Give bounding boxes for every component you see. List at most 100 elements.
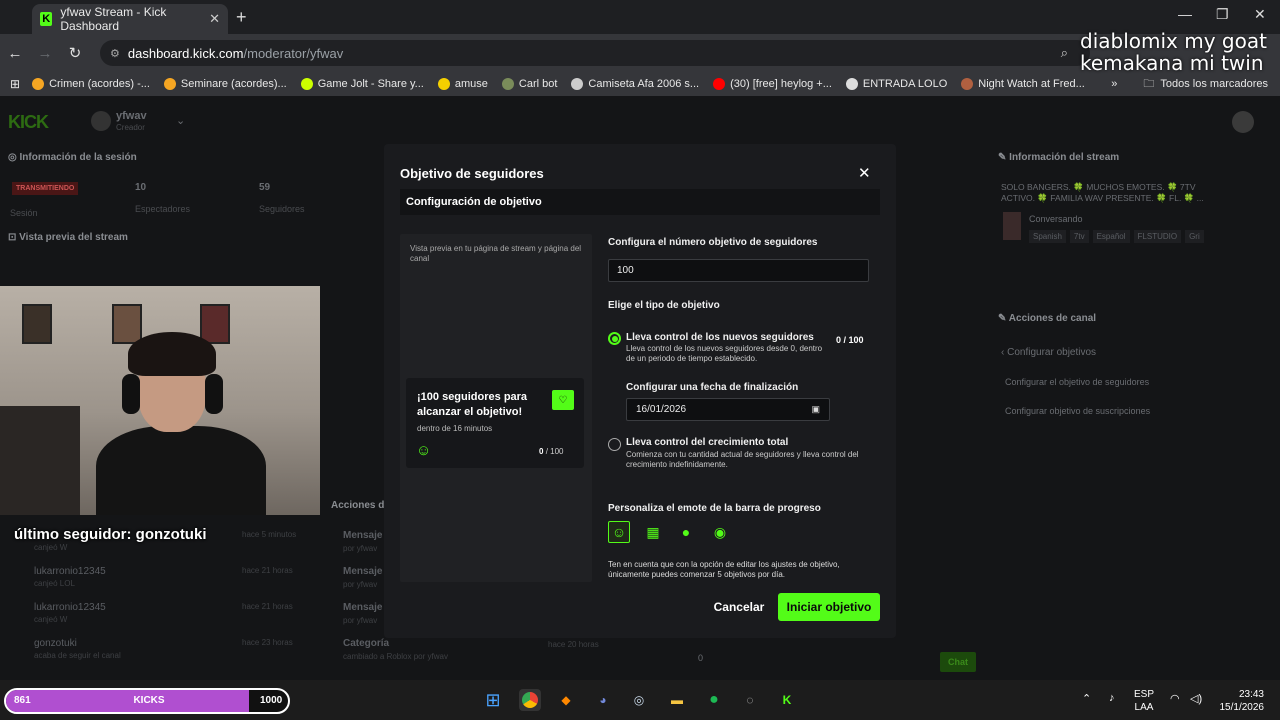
emote-option[interactable]: ●	[675, 521, 697, 543]
bookmark-item[interactable]: Crimen (acordes) -...	[32, 78, 150, 90]
stream-tag[interactable]: Spanish	[1029, 230, 1066, 243]
bookmark-list: Crimen (acordes) -... Seminare (acordes).…	[32, 78, 1099, 90]
reload-icon[interactable]: ↻	[60, 44, 90, 62]
bookmark-label: Night Watch at Fred...	[978, 78, 1085, 90]
bookmark-item[interactable]: Night Watch at Fred...	[961, 78, 1085, 90]
all-bookmarks[interactable]: Todos los marcadores	[1160, 78, 1268, 90]
end-date-input[interactable]: 16/01/2026 ▣	[626, 398, 830, 421]
back-icon[interactable]: ←	[0, 45, 30, 62]
restore-icon[interactable]: ❐	[1216, 6, 1229, 23]
clock[interactable]: 23:43 15/1/2026	[1210, 688, 1265, 714]
mod-action-title: Mensaje	[343, 530, 383, 541]
apps-grid-icon[interactable]: ⊞	[10, 77, 20, 91]
target-input[interactable]: 100	[608, 259, 869, 282]
kicks-target: 1000	[260, 695, 283, 706]
kick-logo[interactable]: KICK	[8, 112, 49, 133]
file-explorer-icon[interactable]: ▬	[666, 689, 688, 711]
fl-studio-icon[interactable]: ◆	[555, 689, 577, 711]
radio-total-growth[interactable]	[608, 438, 621, 451]
activity-row: lukarronio12345 canjeó W hace 21 horas	[12, 598, 302, 634]
activity-action: canjeó LOL	[34, 579, 75, 588]
activity-user[interactable]: gonzotuki	[34, 638, 77, 649]
steam-icon[interactable]: ◎	[628, 689, 650, 711]
microphone-icon[interactable]: ♪	[1109, 692, 1115, 704]
bookmark-item[interactable]: Seminare (acordes)...	[163, 78, 287, 90]
activity-user[interactable]: lukarronio12345	[34, 566, 106, 577]
followers-count: 59	[259, 182, 271, 193]
minimize-icon[interactable]: —	[1178, 6, 1192, 22]
activity-user[interactable]: lukarronio12345	[34, 602, 106, 613]
chat-count: 0	[698, 653, 704, 663]
start-menu-icon[interactable]: ⊞	[482, 689, 504, 711]
bookmark-favicon-icon	[32, 78, 45, 90]
bookmark-item[interactable]: Camiseta Afa 2006 s...	[571, 78, 699, 90]
bookmark-favicon-icon	[961, 78, 974, 90]
url-host: dashboard.kick.com	[127, 45, 244, 61]
preview-caption: Vista previa en tu página de stream y pá…	[410, 244, 582, 263]
emote-option[interactable]: ◉	[709, 521, 731, 543]
chrome-icon[interactable]	[519, 689, 541, 711]
language-indicator[interactable]: ESP LAA	[1134, 688, 1154, 714]
radio-new-followers[interactable]	[608, 332, 621, 345]
stream-tag[interactable]: Gri	[1185, 230, 1204, 243]
emote-option[interactable]: ▦	[642, 521, 664, 543]
bookmark-label: Crimen (acordes) -...	[49, 78, 150, 90]
close-icon[interactable]: ✕	[858, 164, 871, 182]
obs-icon[interactable]: ◌	[739, 689, 761, 711]
bookmarks-bar: ⊞ Crimen (acordes) -... Seminare (acordes…	[0, 72, 1280, 96]
viewers-label: Espectadores	[135, 204, 191, 214]
forward-icon[interactable]: →	[30, 45, 60, 62]
mod-action-by: cambiado a Roblox por yfwav	[343, 652, 448, 661]
kicks-label: KICKS	[133, 695, 165, 706]
bookmark-item[interactable]: (30) [free] heylog +...	[713, 78, 832, 90]
volume-icon[interactable]: ◁)	[1190, 692, 1202, 705]
close-tab-icon[interactable]: ✕	[209, 11, 220, 27]
cancel-button[interactable]: Cancelar	[706, 593, 772, 621]
address-bar[interactable]: ⚙ dashboard.kick.com/moderator/yfwav ⌕	[100, 40, 1090, 66]
tray-overflow-icon[interactable]: ⌃	[1082, 692, 1091, 705]
mod-action-by: por yfwav	[343, 544, 378, 553]
close-window-icon[interactable]: ✕	[1254, 6, 1266, 23]
start-goal-button[interactable]: Iniciar objetivo	[778, 593, 880, 621]
bookmark-label: (30) [free] heylog +...	[730, 78, 832, 90]
activity-row: gonzotuki acaba de seguir el canal hace 23…	[12, 634, 302, 670]
more-bookmarks-icon[interactable]: »	[1111, 78, 1117, 90]
folder-icon: 🗀	[1143, 77, 1155, 90]
spotify-icon[interactable]: ●	[703, 689, 725, 711]
overlay-line-1: diablomix my goat	[1080, 29, 1267, 53]
viewers-count: 10	[135, 182, 147, 193]
bookmark-label: amuse	[454, 78, 488, 90]
new-tab-icon[interactable]: +	[236, 7, 247, 28]
mod-action-by: por yfwav	[343, 580, 378, 589]
calendar-icon[interactable]: ▣	[811, 404, 820, 415]
bookmark-item[interactable]: Carl bot	[501, 78, 557, 90]
channel-dropdown-icon[interactable]: ⌄	[176, 114, 185, 127]
bookmark-item[interactable]: amuse	[437, 78, 488, 90]
activity-time: hace 21 horas	[242, 566, 293, 575]
emote-option-selected[interactable]: ☺	[608, 521, 630, 543]
mod-action-title: Categoría	[343, 638, 390, 649]
configure-goals-link[interactable]: ‹ Configurar objetivos	[1001, 347, 1096, 358]
subscription-goal-link[interactable]: Configurar objetivo de suscripciones	[1005, 406, 1150, 416]
activity-row: lukarronio12345 canjeó LOL hace 21 horas	[12, 562, 302, 598]
zoom-search-icon[interactable]: ⌕	[1061, 45, 1068, 61]
user-avatar[interactable]	[1232, 111, 1254, 133]
stream-tag[interactable]: Español	[1092, 230, 1130, 243]
discord-icon[interactable]: ◕	[592, 689, 614, 711]
tab-title: yfwav Stream - Kick Dashboard	[60, 5, 167, 33]
wifi-icon[interactable]: ◠	[1170, 692, 1180, 705]
stream-tag[interactable]: FLSTUDIO	[1133, 230, 1182, 243]
stream-tag[interactable]: 7tv	[1069, 230, 1089, 243]
channel-avatar[interactable]	[91, 111, 111, 131]
heart-icon: ♡	[552, 390, 574, 410]
bookmark-item[interactable]: Game Jolt - Share y...	[300, 78, 424, 90]
mod-actions-title: Acciones de	[331, 500, 390, 511]
site-info-icon[interactable]: ⚙	[110, 47, 120, 60]
bookmark-item[interactable]: ENTRADA LOLO	[845, 78, 947, 90]
browser-tab[interactable]: K yfwav Stream - Kick Dashboard ✕	[32, 4, 228, 34]
follower-goal-modal: Objetivo de seguidores ✕ Configuración d…	[384, 144, 896, 638]
follower-goal-link[interactable]: Configurar el objetivo de seguidores	[1005, 377, 1149, 387]
kick-app-icon[interactable]: K	[776, 689, 798, 711]
option-total-growth-title: Lleva control del crecimiento total	[626, 437, 789, 448]
chat-send-button[interactable]: Chat	[940, 652, 976, 672]
